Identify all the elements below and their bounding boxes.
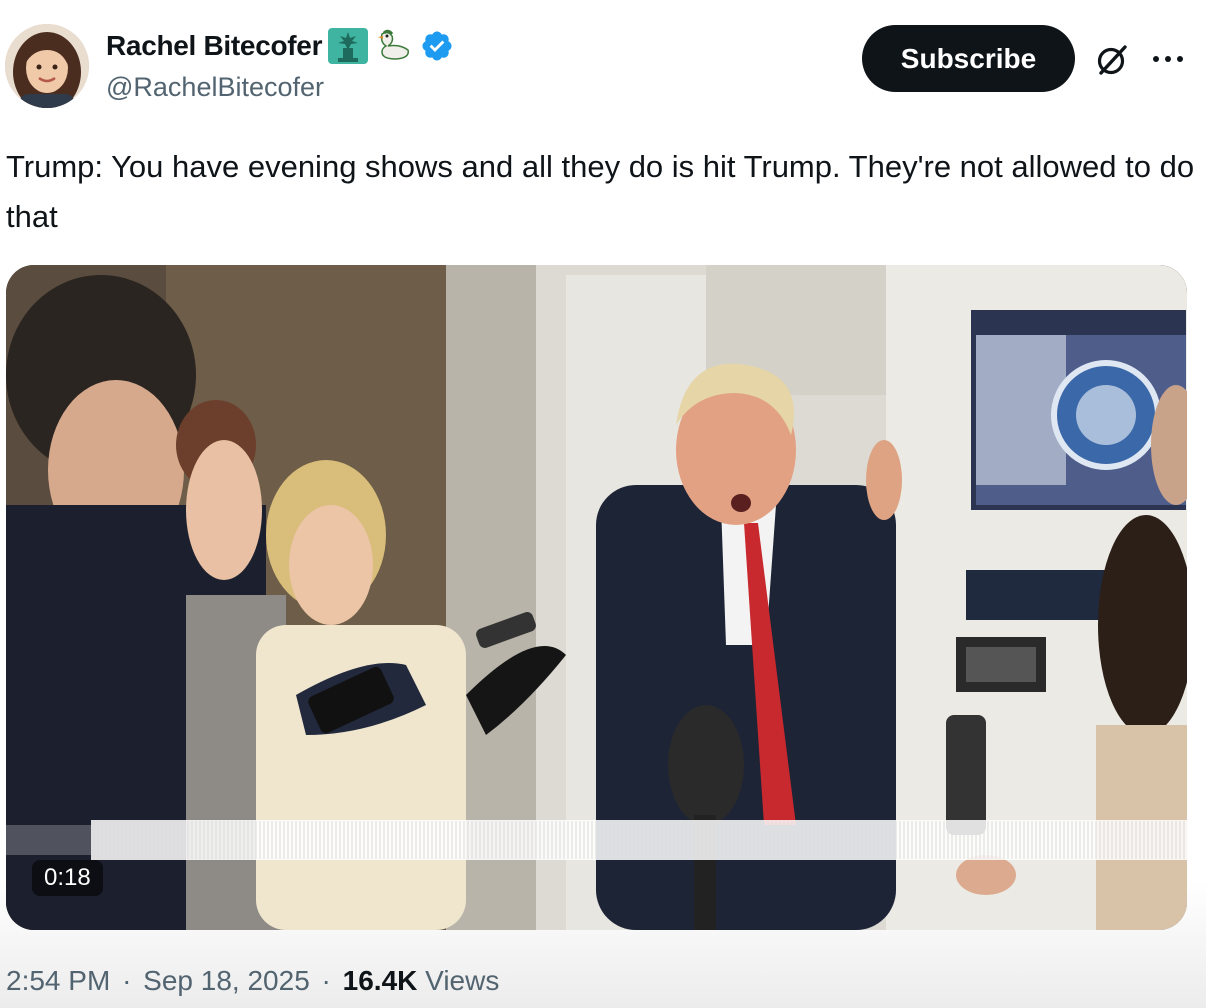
- duck-icon: [374, 28, 414, 64]
- tweet-date[interactable]: Sep 18, 2025: [143, 965, 310, 996]
- subscribe-button[interactable]: Subscribe: [862, 25, 1075, 92]
- grok-icon[interactable]: [1094, 42, 1130, 78]
- tweet-card: Rachel Bitecofer @RachelBitecofer Subscr…: [0, 0, 1206, 1008]
- tweet-time[interactable]: 2:54 PM: [6, 965, 110, 996]
- author-handle[interactable]: @RachelBitecofer: [106, 72, 324, 103]
- more-icon[interactable]: [1148, 46, 1188, 72]
- video-frame: [6, 265, 1187, 930]
- author-display-name[interactable]: Rachel Bitecofer: [106, 30, 322, 62]
- meta-separator: ·: [122, 965, 132, 996]
- statue-of-liberty-icon: [328, 28, 369, 64]
- views-label: Views: [425, 965, 500, 996]
- avatar[interactable]: [5, 24, 89, 108]
- video-duration: 0:18: [32, 860, 103, 896]
- tweet-text: Trump: You have evening shows and all th…: [6, 149, 1195, 234]
- tweet-meta: 2:54 PM · Sep 18, 2025 · 16.4K Views: [6, 965, 499, 997]
- author-name-row: Rachel Bitecofer: [106, 28, 454, 64]
- video-player[interactable]: [6, 265, 1187, 930]
- views-count: 16.4K: [342, 965, 418, 996]
- verified-badge-icon[interactable]: [420, 29, 454, 63]
- meta-separator: ·: [321, 965, 331, 996]
